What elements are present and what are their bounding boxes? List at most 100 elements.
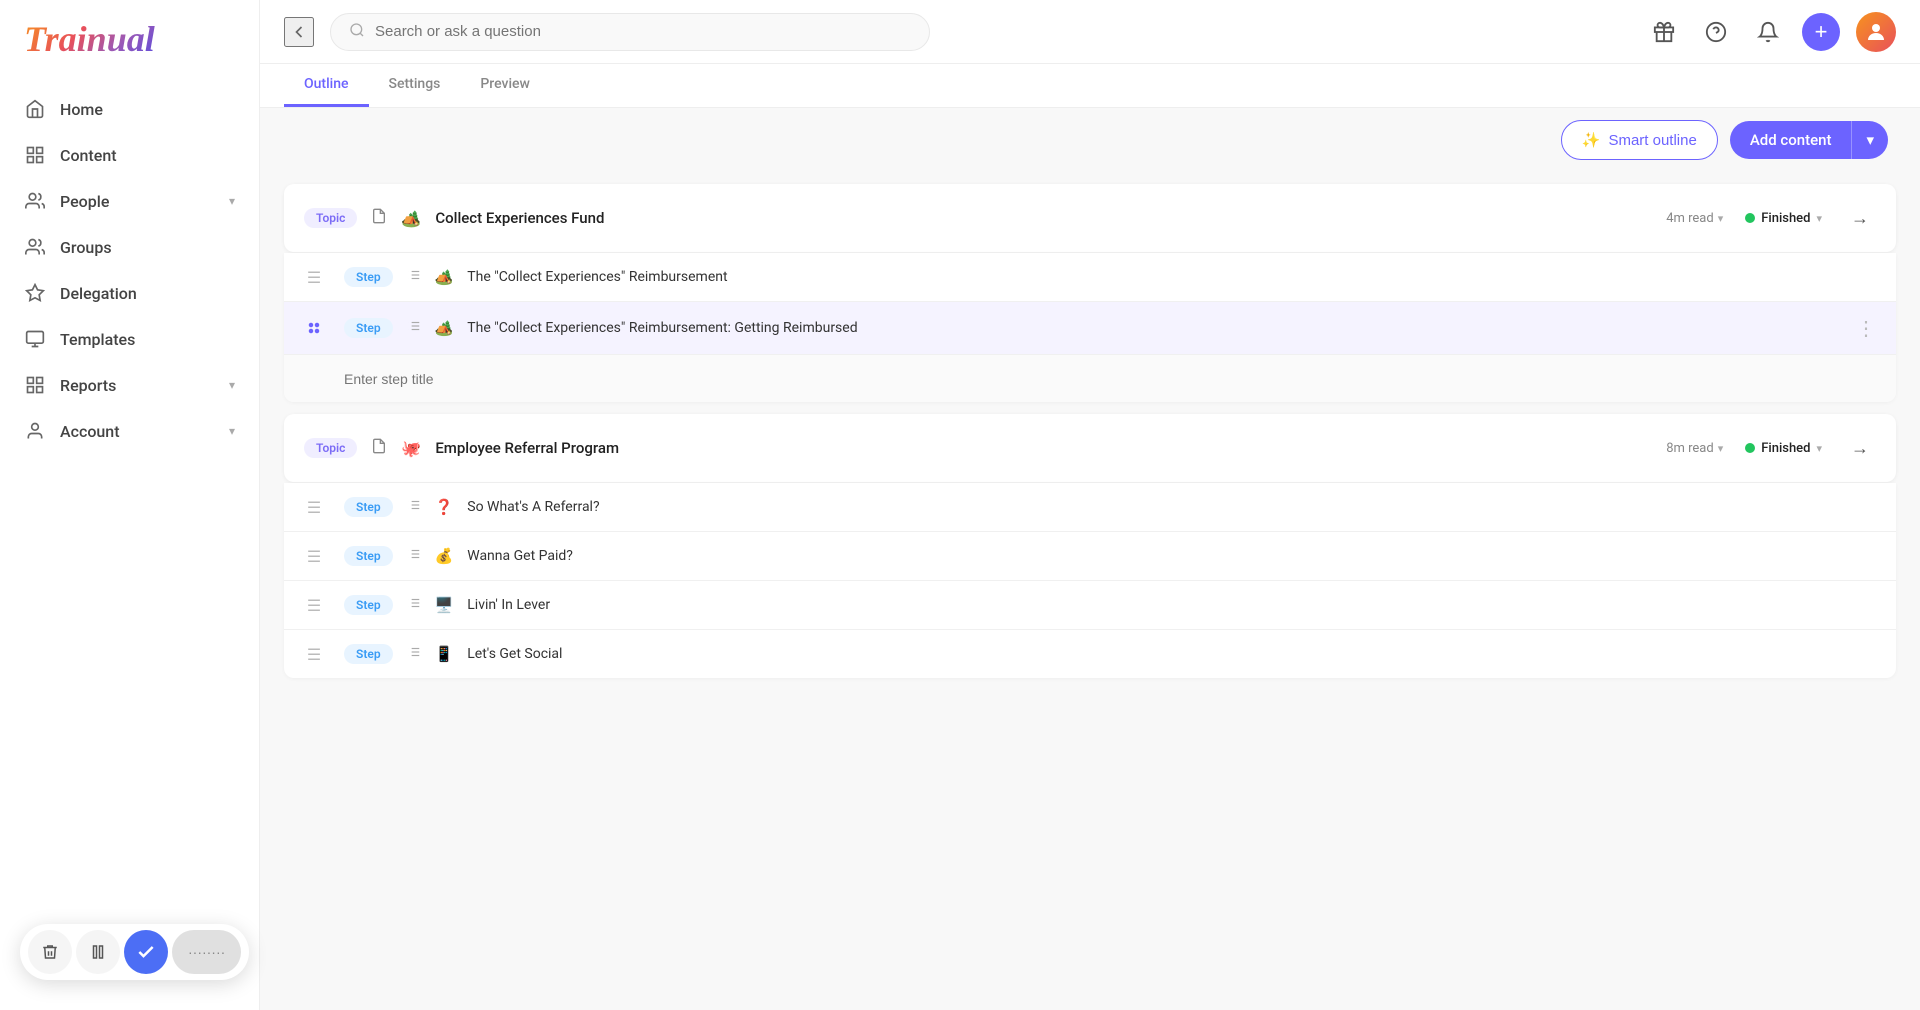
account-icon [24,420,46,442]
read-time-chevron-2[interactable]: ▾ [1718,442,1724,455]
step-row-1-1: ☰ Step 🏕️ The "Collect Experiences" Reim… [284,253,1896,302]
sidebar-item-templates-label: Templates [60,330,235,349]
add-button[interactable]: + [1802,13,1840,51]
people-icon [24,190,46,212]
step-emoji-2-4: 📱 [435,645,454,663]
sidebar-item-home[interactable]: Home [0,86,259,132]
step-emoji-2-1: ❓ [435,498,454,516]
sidebar-logo: Trainual [0,0,259,78]
groups-icon [24,236,46,258]
step-emoji-1-1: 🏕️ [435,268,454,286]
step-list-icon-2-3 [407,596,421,614]
add-content-main-label[interactable]: Add content [1730,121,1852,159]
add-content-dropdown-arrow[interactable]: ▾ [1851,121,1888,159]
topic-read-time-1: 4m read ▾ [1666,211,1723,226]
finished-badge-1[interactable]: Finished ▾ [1735,207,1832,230]
step-list-icon-1-2 [407,319,421,337]
step-row-2-4: ☰ Step 📱 Let's Get Social [284,630,1896,678]
step-list-icon-2-1 [407,498,421,516]
topic-emoji-2: 🐙 [401,439,421,458]
delegation-icon [24,282,46,304]
finished-badge-2[interactable]: Finished ▾ [1735,437,1832,460]
step-row-2-1: ☰ Step ❓ So What's A Referral? [284,483,1896,532]
step-title-2-2: Wanna Get Paid? [467,548,573,564]
sidebar-item-templates[interactable]: Templates [0,316,259,362]
new-step-row-1 [284,355,1896,402]
main-area: + Outline Settings Preview ✨ Smart outli… [260,0,1920,1010]
top-bar: + [260,0,1920,64]
drag-handle-2-4[interactable]: ☰ [300,640,328,668]
templates-icon [24,328,46,350]
drag-handle-2-2[interactable]: ☰ [300,542,328,570]
content-actions: ✨ Smart outline Add content ▾ [260,108,1920,172]
pill-button[interactable]: ········ [172,930,241,974]
sidebar-item-reports[interactable]: Reports ▾ [0,362,259,408]
step-row-2-2: ☰ Step 💰 Wanna Get Paid? [284,532,1896,581]
step-title-2-1: So What's A Referral? [467,499,599,515]
tab-active[interactable]: Outline [284,64,369,107]
sidebar-item-content[interactable]: Content [0,132,259,178]
new-step-input-1[interactable] [344,371,1876,387]
step-emoji-2-2: 💰 [435,547,454,565]
sidebar: Trainual Home Content People ▾ [0,0,260,1010]
smart-outline-button[interactable]: ✨ Smart outline [1561,120,1718,160]
sidebar-item-groups[interactable]: Groups [0,224,259,270]
help-icon-button[interactable] [1698,14,1734,50]
topic-tag-1: Topic [304,208,357,228]
step-more-button-1-2[interactable]: ⋮ [1856,316,1876,340]
pause-button[interactable] [76,930,120,974]
document-icon-1 [371,208,387,228]
collapse-sidebar-button[interactable] [284,17,314,47]
read-time-chevron-1[interactable]: ▾ [1718,212,1724,225]
topic-header-1: Topic 🏕️ Collect Experiences Fund 4m rea… [284,184,1896,252]
step-tag-1-2: Step [344,318,393,338]
bottom-controls: ········ [20,924,249,980]
add-content-button[interactable]: Add content ▾ [1730,121,1888,159]
reports-chevron-icon: ▾ [229,378,235,392]
drag-handle-2-1[interactable]: ☰ [300,493,328,521]
steps-container-1: ☰ Step 🏕️ The "Collect Experiences" Reim… [284,253,1896,402]
step-tag-1-1: Step [344,267,393,287]
sidebar-item-account-label: Account [60,422,215,441]
topic-navigate-button-2[interactable]: → [1844,432,1876,464]
content-list: Topic 🏕️ Collect Experiences Fund 4m rea… [260,172,1920,1010]
step-emoji-1-2: 🏕️ [435,319,454,337]
step-row-1-2: Step 🏕️ The "Collect Experiences" Reimbu… [284,302,1896,355]
document-icon-2 [371,438,387,458]
step-list-icon-2-4 [407,645,421,663]
step-list-icon-1-1 [407,268,421,286]
sidebar-item-groups-label: Groups [60,238,235,257]
notification-icon-button[interactable] [1750,14,1786,50]
gift-icon-button[interactable] [1646,14,1682,50]
sidebar-item-people-label: People [60,192,215,211]
step-row-2-3: ☰ Step 🖥️ Livin' In Lever [284,581,1896,630]
tab-preview[interactable]: Preview [460,64,550,107]
topic-meta-2: 8m read ▾ Finished ▾ → [1666,432,1876,464]
top-bar-actions: + [1646,12,1896,52]
drag-handle-2-3[interactable]: ☰ [300,591,328,619]
check-button[interactable] [124,930,168,974]
tab-settings[interactable]: Settings [369,64,461,107]
sidebar-item-home-label: Home [60,100,235,119]
reports-icon [24,374,46,396]
sidebar-item-content-label: Content [60,146,235,165]
step-tag-2-4: Step [344,644,393,664]
sidebar-item-account[interactable]: Account ▾ [0,408,259,454]
home-icon [24,98,46,120]
wand-icon: ✨ [1582,131,1601,149]
finished-chevron-2[interactable]: ▾ [1816,442,1822,455]
sidebar-nav: Home Content People ▾ Groups [0,78,259,1010]
trash-button[interactable] [28,930,72,974]
steps-container-2: ☰ Step ❓ So What's A Referral? ☰ Step 💰 … [284,483,1896,678]
sidebar-item-delegation[interactable]: Delegation [0,270,259,316]
step-title-2-3: Livin' In Lever [467,597,550,613]
avatar[interactable] [1856,12,1896,52]
drag-handle-1-2[interactable] [300,314,328,342]
topic-tag-2: Topic [304,438,357,458]
drag-handle-1-1[interactable]: ☰ [300,263,328,291]
finished-chevron-1[interactable]: ▾ [1816,212,1822,225]
search-input[interactable] [375,23,911,40]
step-title-1-1: The "Collect Experiences" Reimbursement [467,269,727,285]
topic-navigate-button-1[interactable]: → [1844,202,1876,234]
sidebar-item-people[interactable]: People ▾ [0,178,259,224]
